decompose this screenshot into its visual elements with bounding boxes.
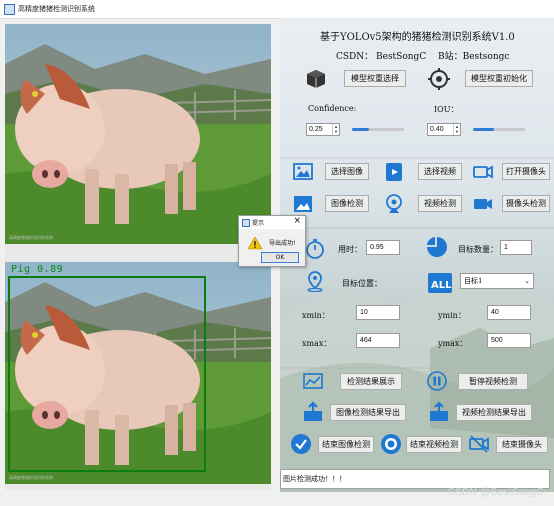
location-pin-icon	[307, 271, 323, 292]
detection-image: Pig 0.89 高精度猪猪检测识别系统	[5, 262, 271, 484]
camera-detect-button[interactable]: 摄像头检测	[502, 195, 550, 212]
end-image-detect-button[interactable]: 结束图像检测	[318, 436, 374, 453]
window-title: 高精度猪猪检测识别系统	[18, 5, 95, 13]
pause-icon	[427, 371, 447, 391]
target-count-field[interactable]: 1	[500, 240, 532, 255]
xmax-label: xmax：	[302, 339, 332, 348]
csdn-watermark: CSDN @BestSongC	[447, 487, 544, 498]
model-init-button[interactable]: 模型权重初始化	[465, 70, 533, 87]
export-video-icon	[430, 401, 448, 421]
dialog-app-icon	[242, 219, 250, 227]
end-video-detect-button[interactable]: 结束视频检测	[406, 436, 462, 453]
iou-slider[interactable]	[473, 128, 525, 131]
dialog-title: 提示	[252, 220, 265, 227]
bilibili-label: B站：Bestsongc	[438, 52, 510, 62]
svg-text:ALL: ALL	[431, 280, 452, 291]
target-select-value: 目标1	[464, 277, 483, 285]
confidence-spinbox[interactable]: 0.25 ▲ ▼	[306, 123, 340, 136]
select-video-button[interactable]: 选择视频	[418, 163, 462, 180]
iou-slider-fill	[473, 128, 494, 131]
warning-icon	[247, 236, 263, 250]
dialog-message: 导出成功!	[269, 240, 296, 247]
timer-icon	[306, 239, 324, 259]
time-field[interactable]: 0.95	[366, 240, 400, 255]
target-gear-icon	[428, 68, 450, 90]
app-title: 基于YOLOv5架构的猪猪检测识别系统V1.0	[320, 32, 515, 43]
ok-button[interactable]: OK	[261, 252, 299, 263]
pig-photo-original	[5, 24, 271, 244]
csdn-label: CSDN： BestSongC	[336, 52, 427, 62]
dialog-title-bar: 提示 ×	[239, 216, 305, 229]
end-camera-button[interactable]: 结束摄像头	[496, 436, 548, 453]
export-video-button[interactable]: 视频检测结果导出	[456, 404, 532, 421]
all-targets-icon: ALL	[428, 273, 452, 293]
chevron-down-icon: ⌄	[524, 277, 530, 285]
ymax-field[interactable]: 500	[487, 333, 531, 348]
video-camera-icon	[474, 199, 492, 209]
target-count-label: 目标数量：	[458, 245, 498, 254]
iou-spinbox[interactable]: 0.40 ▲ ▼	[427, 123, 461, 136]
video-file-icon	[386, 163, 402, 181]
iou-label: IOU：	[434, 105, 459, 114]
message-dialog: 提示 × 导出成功! OK	[238, 215, 306, 267]
target-position-label: 目标位置：	[342, 279, 382, 288]
camera-icon	[473, 165, 493, 179]
status-bar: 图片检测成功！！！	[280, 469, 550, 489]
select-image-button[interactable]: 选择图像	[325, 163, 369, 180]
xmax-field[interactable]: 464	[356, 333, 400, 348]
pause-video-button[interactable]: 暂停视频检测	[458, 373, 528, 390]
open-camera-button[interactable]: 打开摄像头	[502, 163, 550, 180]
image-watermark-2: 高精度猪猪检测识别系统	[9, 475, 53, 480]
xmin-field[interactable]: 10	[356, 305, 400, 320]
show-result-button[interactable]: 检测结果展示	[340, 373, 402, 390]
app-icon	[4, 4, 15, 15]
ymin-field[interactable]: 40	[487, 305, 531, 320]
check-circle-icon	[291, 434, 311, 454]
image-watermark: 高精度猪猪检测识别系统	[9, 235, 53, 240]
title-bar: 高精度猪猪检测识别系统	[0, 0, 554, 19]
close-icon[interactable]: ×	[293, 216, 301, 226]
image-detect-button[interactable]: 图像检测	[325, 195, 369, 212]
target-select-dropdown[interactable]: 目标1 ⌄	[460, 273, 534, 289]
line-chart-icon	[303, 373, 323, 389]
webcam-icon	[386, 194, 402, 213]
export-image-button[interactable]: 图像检测结果导出	[330, 404, 406, 421]
detection-label: Pig 0.89	[11, 264, 64, 275]
pie-chart-icon	[427, 237, 447, 257]
image-panel: 高精度猪猪检测识别系统 Pig 0.89 高精度猪猪检测识别系统	[5, 24, 271, 490]
time-label: 用时：	[338, 245, 362, 254]
export-image-icon	[304, 401, 322, 421]
model-select-button[interactable]: 模型权重选择	[344, 70, 406, 87]
video-detect-button[interactable]: 视频检测	[418, 195, 462, 212]
spin-arrows-icon-2[interactable]: ▲ ▼	[453, 124, 460, 135]
image-detect-icon	[294, 196, 312, 212]
control-panel: 基于YOLOv5架构的猪猪检测识别系统V1.0 CSDN： BestSongC …	[280, 18, 554, 492]
main-window: 高精度猪猪检测识别系统 高精度猪猪检测识别系统 Pig 0.89 高精度猪猪检测…	[0, 0, 554, 506]
cube-icon	[307, 70, 325, 88]
confidence-label: Confidence:	[308, 104, 357, 113]
spin-arrows-icon[interactable]: ▲ ▼	[332, 124, 339, 135]
confidence-slider-fill	[352, 128, 370, 131]
iou-value: 0.40	[430, 126, 444, 133]
stop-icon	[381, 434, 401, 454]
detection-bounding-box	[8, 276, 206, 472]
original-image: 高精度猪猪检测识别系统	[5, 24, 271, 244]
confidence-value: 0.25	[309, 126, 323, 133]
image-icon	[293, 163, 313, 180]
ymin-label: ymin：	[438, 311, 466, 320]
camera-off-icon	[469, 435, 489, 453]
confidence-slider[interactable]	[352, 128, 404, 131]
ymax-label: ymax：	[438, 339, 468, 348]
xmin-label: xmin：	[302, 311, 330, 320]
